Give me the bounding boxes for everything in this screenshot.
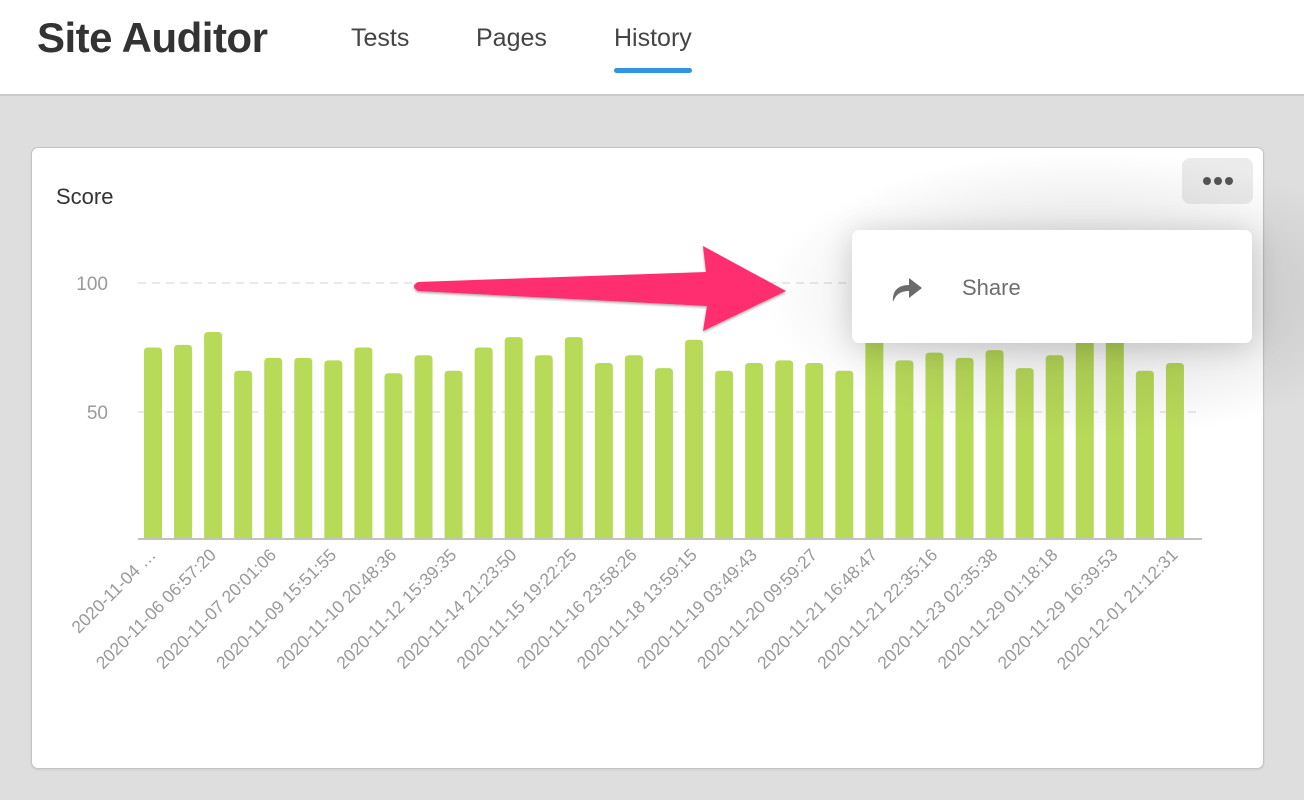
- score-bar-chart: 50100 2020-11-04 …2020-11-06 06:57:20202…: [67, 274, 1202, 674]
- bar[interactable]: [264, 357, 283, 538]
- menu-item-share[interactable]: Share: [852, 230, 1252, 343]
- bar[interactable]: [715, 370, 734, 538]
- bar[interactable]: [504, 337, 523, 538]
- bar[interactable]: [1015, 368, 1034, 538]
- bar[interactable]: [1135, 370, 1154, 538]
- bar[interactable]: [685, 339, 704, 538]
- bar[interactable]: [745, 362, 764, 538]
- bar[interactable]: [294, 357, 313, 538]
- bar[interactable]: [835, 370, 854, 538]
- bar[interactable]: [865, 339, 884, 538]
- bar[interactable]: [564, 337, 583, 538]
- bar[interactable]: [594, 362, 613, 538]
- bar[interactable]: [624, 355, 643, 538]
- bar[interactable]: [144, 347, 162, 539]
- bar[interactable]: [414, 355, 433, 538]
- bar[interactable]: [925, 352, 944, 538]
- bar[interactable]: [534, 355, 553, 538]
- bar[interactable]: [204, 332, 223, 538]
- bar[interactable]: [474, 347, 493, 539]
- bar[interactable]: [654, 368, 673, 538]
- bar[interactable]: [985, 350, 1004, 538]
- bar[interactable]: [1165, 362, 1184, 538]
- x-tick-label: 2020-12-01 21:12:31: [1053, 545, 1182, 674]
- bar[interactable]: [1075, 337, 1094, 538]
- share-icon: [892, 278, 922, 302]
- bar[interactable]: [1045, 355, 1064, 538]
- bar[interactable]: [444, 370, 463, 538]
- bar[interactable]: [234, 370, 253, 538]
- share-label: Share: [962, 275, 1021, 300]
- bar[interactable]: [174, 344, 193, 538]
- bar[interactable]: [775, 360, 794, 538]
- bar[interactable]: [354, 347, 373, 539]
- bar[interactable]: [805, 362, 824, 538]
- bar[interactable]: [324, 360, 343, 538]
- options-dropdown-menu: Share: [852, 230, 1252, 343]
- y-tick-label: 100: [76, 274, 108, 295]
- bar[interactable]: [384, 373, 403, 538]
- y-tick-label: 50: [87, 403, 108, 424]
- bar[interactable]: [955, 357, 974, 538]
- bar[interactable]: [895, 360, 914, 538]
- bar[interactable]: [1105, 334, 1124, 538]
